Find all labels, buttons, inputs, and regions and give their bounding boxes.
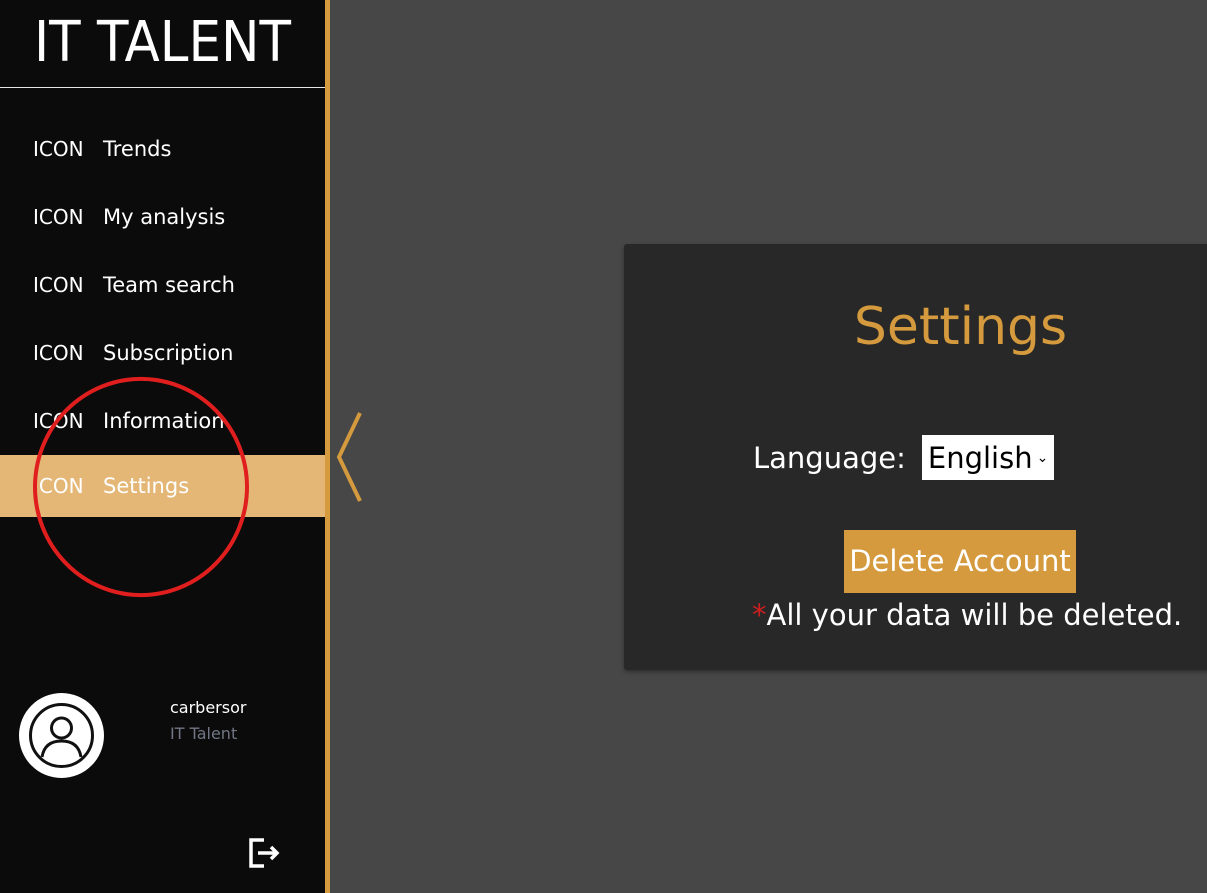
settings-card: Settings Language: English ⌄ Delete Acco… bbox=[624, 244, 1207, 670]
collapse-sidebar-button[interactable] bbox=[333, 410, 365, 504]
sidebar-item-label: Settings bbox=[103, 474, 190, 498]
delete-warning: *All your data will be deleted. bbox=[752, 598, 1182, 632]
brand-divider bbox=[0, 87, 325, 88]
sidebar-item-my-analysis[interactable]: ICON My analysis bbox=[0, 183, 325, 251]
settings-icon: ICON bbox=[33, 474, 84, 498]
avatar[interactable] bbox=[19, 693, 104, 778]
language-select-value: English bbox=[927, 440, 1033, 475]
sidebar-item-label: Information bbox=[103, 409, 225, 433]
sidebar-item-settings[interactable]: ICON Settings bbox=[0, 455, 325, 517]
page-title: Settings bbox=[853, 297, 1068, 357]
logout-icon bbox=[249, 838, 280, 868]
user-circle-icon bbox=[29, 703, 94, 768]
sidebar-nav: ICON Trends ICON My analysis ICON Team s… bbox=[0, 115, 325, 517]
analysis-icon: ICON bbox=[33, 205, 84, 229]
language-row: Language: English ⌄ bbox=[753, 435, 1054, 480]
team-search-icon: ICON bbox=[33, 273, 84, 297]
sidebar-item-trends[interactable]: ICON Trends bbox=[0, 115, 325, 183]
language-label: Language: bbox=[753, 440, 906, 475]
sidebar-item-information[interactable]: ICON Information bbox=[0, 387, 325, 455]
trends-icon: ICON bbox=[33, 137, 84, 161]
information-icon: ICON bbox=[33, 409, 84, 433]
sidebar-border bbox=[325, 0, 330, 893]
sidebar-item-subscription[interactable]: ICON Subscription bbox=[0, 319, 325, 387]
sidebar: IT TALENT ICON Trends ICON My analysis I… bbox=[0, 0, 325, 893]
chevron-down-icon: ⌄ bbox=[1036, 449, 1049, 466]
required-asterisk: * bbox=[752, 598, 767, 632]
brand-logo: IT TALENT bbox=[33, 10, 292, 75]
sidebar-item-label: Subscription bbox=[103, 341, 234, 365]
language-select[interactable]: English ⌄ bbox=[921, 435, 1054, 480]
sidebar-item-team-search[interactable]: ICON Team search bbox=[0, 251, 325, 319]
delete-account-button[interactable]: Delete Account bbox=[844, 530, 1076, 593]
sidebar-item-label: Team search bbox=[103, 273, 235, 297]
logout-button[interactable] bbox=[246, 835, 282, 871]
subscription-icon: ICON bbox=[33, 341, 84, 365]
sidebar-item-label: My analysis bbox=[103, 205, 226, 229]
chevron-left-icon bbox=[336, 412, 362, 502]
sidebar-item-label: Trends bbox=[103, 137, 172, 161]
warning-text: All your data will be deleted. bbox=[766, 598, 1183, 632]
username: carbersor bbox=[170, 698, 247, 717]
organization-name: IT Talent bbox=[170, 724, 238, 743]
